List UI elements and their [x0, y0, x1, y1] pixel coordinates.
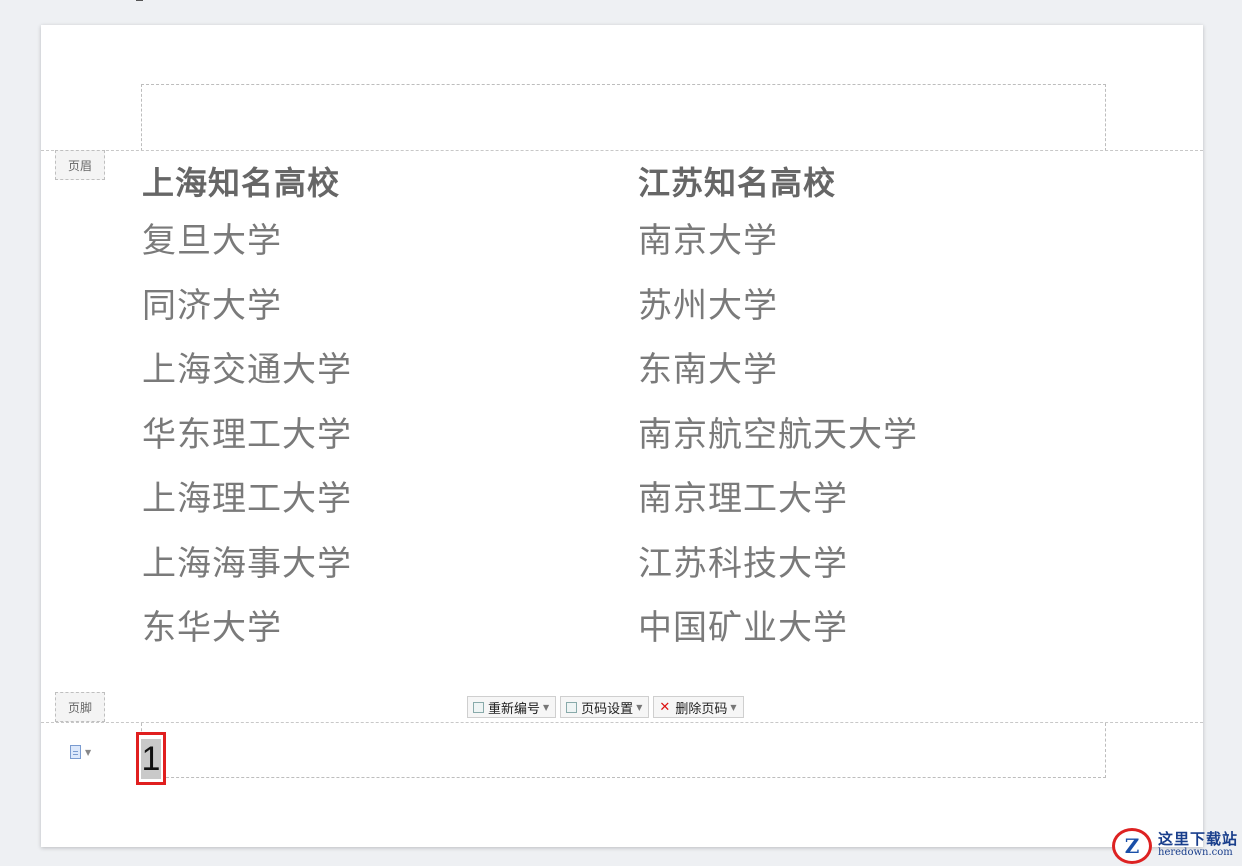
column-left: 上海知名高校 复旦大学 同济大学 上海交通大学 华东理工大学 上海理工大学 上海… [142, 157, 352, 661]
renumber-label: 重新编号 [488, 701, 541, 717]
list-item: 华东理工大学 [142, 414, 352, 455]
list-item: 中国矿业大学 [638, 608, 848, 648]
list-item: 上海海事大学 [142, 543, 352, 584]
footer-tag[interactable]: 页脚 [55, 692, 105, 722]
list-item: 东南大学 [638, 350, 778, 390]
page-number: 1 [140, 738, 162, 779]
list-item: 南京大学 [638, 221, 778, 261]
column-right: 江苏知名高校 南京大学 苏州大学 东南大学 南京航空航天大学 南京理工大学 江苏… [638, 157, 918, 661]
chevron-down-icon: ▼ [730, 702, 737, 712]
document-page: 页眉 上海知名高校 复旦大学 同济大学 上海交通大学 华东理工大学 上海理工大学… [41, 25, 1203, 847]
list-item: 江苏科技大学 [638, 543, 848, 584]
chevron-down-icon: ▼ [543, 702, 550, 712]
list-item: 同济大学 [142, 285, 282, 326]
document-icon [70, 745, 81, 759]
list-item: 东华大学 [142, 608, 282, 648]
list-item: 上海交通大学 [142, 350, 352, 390]
watermark-logo-letter: Z [1124, 834, 1140, 858]
renumber-button[interactable]: 重新编号 ▼ [467, 696, 557, 718]
list-item: 苏州大学 [638, 285, 778, 326]
list-item: 南京航空航天大学 [638, 414, 918, 455]
watermark-text: 这里下载站 heredown.com [1158, 832, 1238, 860]
page-settings-label: 页码设置 [581, 701, 634, 717]
renumber-icon [473, 701, 484, 713]
text-cursor-mark [136, 0, 143, 1]
chevron-down-icon: ▼ [636, 702, 643, 712]
watermark-url: heredown.com [1158, 847, 1233, 858]
list-item: 南京理工大学 [638, 479, 848, 519]
list-item: 复旦大学 [142, 221, 282, 261]
insert-page-number-dropdown[interactable]: ▼ [70, 745, 91, 759]
delete-page-number-label: 删除页码 [675, 701, 728, 717]
page-number-toolbar: 重新编号 ▼ 页码设置 ▼ ✕ 删除页码 ▼ [467, 696, 744, 718]
delete-x-icon: ✕ [659, 699, 671, 715]
list-item: 上海理工大学 [142, 479, 352, 519]
header-area[interactable] [141, 84, 1106, 151]
header-separator [41, 150, 1203, 151]
delete-page-number-button[interactable]: ✕ 删除页码 ▼ [653, 696, 744, 718]
footer-area[interactable] [141, 723, 1106, 778]
page-settings-icon [566, 701, 578, 713]
watermark-title: 这里下载站 [1158, 830, 1239, 848]
header-tag[interactable]: 页眉 [55, 150, 105, 180]
site-watermark: Z 这里下载站 heredown.com [1112, 828, 1238, 864]
watermark-logo-icon: Z [1112, 828, 1152, 864]
page-number-settings-button[interactable]: 页码设置 ▼ [560, 696, 650, 718]
column-left-title: 上海知名高校 [142, 164, 341, 202]
column-right-title: 江苏知名高校 [638, 164, 837, 202]
chevron-down-icon: ▼ [85, 747, 92, 757]
page-number-highlight[interactable]: 1 [136, 732, 166, 785]
